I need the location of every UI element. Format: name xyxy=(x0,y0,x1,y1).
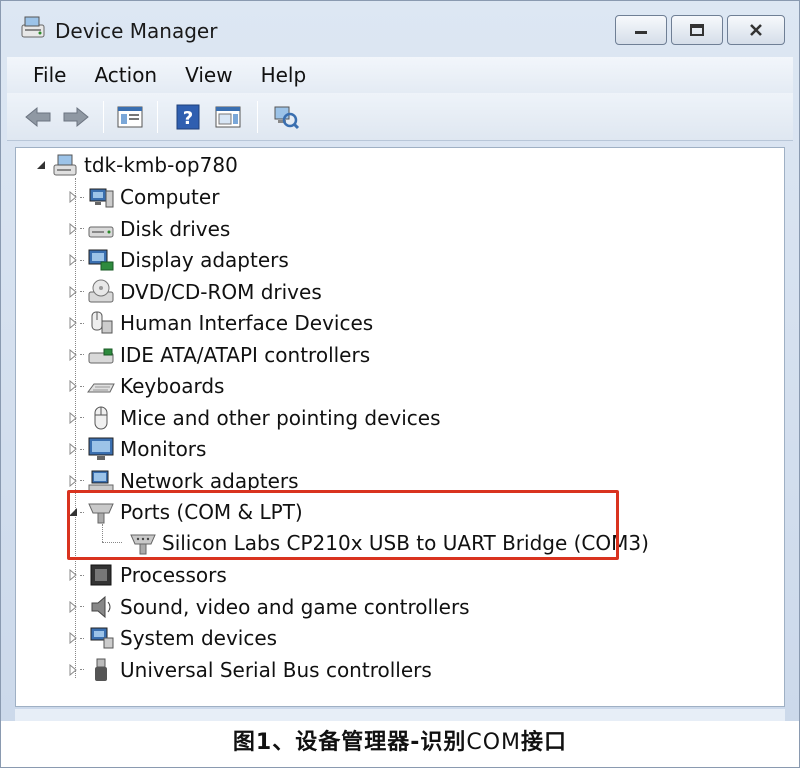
expand-arrow-icon[interactable] xyxy=(66,379,80,393)
properties-button[interactable] xyxy=(213,102,243,132)
caption-prefix: 图1、设备管理器-识别 xyxy=(232,730,467,755)
tree-category-label: System devices xyxy=(120,626,278,650)
window-title: Device Manager xyxy=(55,19,218,43)
back-icon xyxy=(25,106,51,128)
show-hide-console-tree-icon xyxy=(117,106,143,128)
tree-category-label: Sound, video and game controllers xyxy=(120,594,470,619)
minimize-icon xyxy=(635,31,647,34)
expand-arrow-icon[interactable] xyxy=(66,190,80,204)
expand-arrow-icon[interactable] xyxy=(66,631,80,645)
figure-caption: 图1、设备管理器-识别COM接口 xyxy=(1,721,799,767)
tree-category-universal-serial-bus-controllers[interactable]: Universal Serial Bus controllers xyxy=(66,655,432,685)
menu-action[interactable]: Action xyxy=(80,63,171,87)
forward-button[interactable] xyxy=(61,102,91,132)
tree-category-label: Processors xyxy=(120,563,227,587)
tree-category-dvd-cd-rom-drives[interactable]: DVD/CD-ROM drives xyxy=(66,277,322,307)
tree-category-label: Monitors xyxy=(120,437,207,461)
menu-view[interactable]: View xyxy=(171,63,246,87)
close-button[interactable] xyxy=(727,15,785,45)
tree-category-label: Display adapters xyxy=(120,248,289,272)
console-tree-button[interactable] xyxy=(115,102,145,132)
keyboard-icon xyxy=(87,383,115,393)
expand-arrow-icon[interactable] xyxy=(66,663,80,677)
tree-category-label: Network adapters xyxy=(120,468,299,493)
back-button[interactable] xyxy=(23,102,53,132)
system-devices-icon xyxy=(90,627,114,649)
disk-drive-icon xyxy=(88,226,114,237)
svg-text:?: ? xyxy=(183,108,193,129)
root-label: tdk-kmb-op780 xyxy=(84,153,238,177)
device-manager-window: Device Manager File Action View Help ? t… xyxy=(0,0,800,768)
minimize-button[interactable] xyxy=(615,15,667,45)
computer-root-icon xyxy=(53,154,77,176)
tree-category-processors[interactable]: Processors xyxy=(66,560,227,590)
tree-category-monitors[interactable]: Monitors xyxy=(66,434,206,464)
expand-arrow-icon[interactable] xyxy=(66,411,80,425)
maximize-icon xyxy=(690,24,704,36)
ide-controller-icon xyxy=(88,348,114,363)
speaker-icon xyxy=(91,595,111,618)
toolbar: ? xyxy=(7,93,793,141)
close-icon xyxy=(750,24,762,36)
expand-arrow-icon[interactable] xyxy=(66,253,80,267)
maximize-button[interactable] xyxy=(671,15,723,45)
title-bar[interactable]: Device Manager xyxy=(1,1,799,57)
scan-hardware-icon xyxy=(274,106,300,130)
tree-category-label: Disk drives xyxy=(120,216,231,241)
tree-category-label: Human Interface Devices xyxy=(120,311,374,335)
help-button[interactable]: ? xyxy=(173,102,203,132)
tree-category-label: Universal Serial Bus controllers xyxy=(120,657,432,682)
tree-category-label: Keyboards xyxy=(120,374,225,398)
ports-highlight-box xyxy=(67,490,619,560)
tree-category-label: DVD/CD-ROM drives xyxy=(120,279,322,304)
help-icon: ? xyxy=(176,104,200,130)
tree-category-keyboards[interactable]: Keyboards xyxy=(66,371,224,401)
tree-category-system-devices[interactable]: System devices xyxy=(66,623,277,653)
tree-category-display-adapters[interactable]: Display adapters xyxy=(66,245,289,275)
expand-arrow-icon[interactable] xyxy=(66,348,80,362)
dvd-drive-icon xyxy=(88,279,114,302)
tree-category-sound-video-and-game-controllers[interactable]: Sound, video and game controllers xyxy=(66,592,470,622)
device-manager-app-icon xyxy=(21,16,45,38)
tree-root[interactable]: tdk-kmb-op780 xyxy=(34,150,238,180)
expand-arrow-icon[interactable] xyxy=(66,222,80,236)
caption-com: COM xyxy=(466,730,522,755)
tree-category-label: Mice and other pointing devices xyxy=(120,405,441,430)
mouse-icon xyxy=(94,406,108,429)
tree-category-label: IDE ATA/ATAPI controllers xyxy=(120,342,371,367)
properties-icon xyxy=(215,106,241,128)
menu-bar: File Action View Help xyxy=(7,57,793,93)
usb-icon xyxy=(95,658,107,681)
tree-category-computer[interactable]: Computer xyxy=(66,182,219,212)
monitor-icon xyxy=(88,437,114,460)
scan-hardware-button[interactable] xyxy=(271,102,301,132)
expand-arrow-icon[interactable] xyxy=(66,474,80,488)
tree-category-disk-drives[interactable]: Disk drives xyxy=(66,214,230,244)
device-tree[interactable]: tdk-kmb-op780 Computer Disk drives Display… xyxy=(15,147,785,707)
caption-suffix: 接口 xyxy=(521,730,568,755)
tree-category-ide-ata-atapi-controllers[interactable]: IDE ATA/ATAPI controllers xyxy=(66,340,370,370)
expand-arrow-icon[interactable] xyxy=(66,316,80,330)
forward-icon xyxy=(63,106,89,128)
computer-icon xyxy=(89,188,114,208)
tree-category-label: Computer xyxy=(120,185,220,209)
expand-arrow-icon[interactable] xyxy=(66,600,80,614)
menu-help[interactable]: Help xyxy=(247,63,321,87)
display-adapter-icon xyxy=(88,249,114,271)
collapse-arrow-icon[interactable] xyxy=(34,158,48,172)
expand-arrow-icon[interactable] xyxy=(66,285,80,299)
expand-arrow-icon[interactable] xyxy=(66,442,80,456)
menu-file[interactable]: File xyxy=(7,63,80,87)
tree-category-human-interface-devices[interactable]: Human Interface Devices xyxy=(66,308,373,338)
tree-category-mice-and-other-pointing-devices[interactable]: Mice and other pointing devices xyxy=(66,403,441,433)
processor-icon xyxy=(90,564,112,586)
hid-icon xyxy=(91,311,113,334)
expand-arrow-icon[interactable] xyxy=(66,568,80,582)
